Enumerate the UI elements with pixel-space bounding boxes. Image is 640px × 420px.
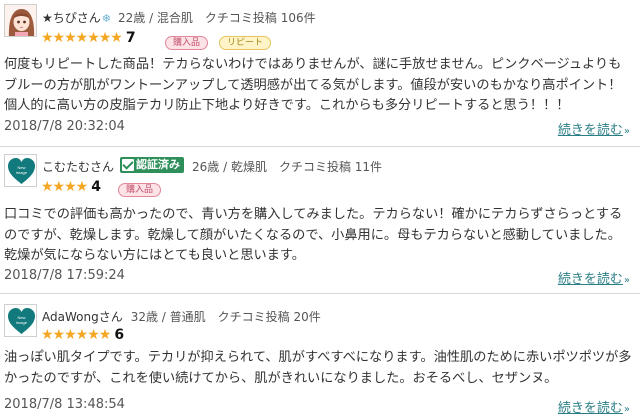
brand-logo-avatar-icon: New image bbox=[5, 155, 36, 186]
read-more-label: 続きを読む bbox=[557, 123, 623, 138]
review-date: 2018/7/8 13:48:54 bbox=[4, 397, 125, 412]
user-info: こむたむさん bbox=[42, 158, 114, 175]
user-meta-wrap: 26歳 / 乾燥肌 クチコミ投稿 11件 bbox=[192, 158, 382, 175]
review-item: New image AdaWongさん 32歳 / 普通肌 クチコミ投稿 20件 … bbox=[0, 300, 640, 420]
rating-stars: ★★★★★★★ 7 bbox=[41, 30, 136, 46]
review-item: New image こむたむさん 認証済み 26歳 / 乾燥肌 クチコミ投稿 1… bbox=[0, 150, 640, 290]
read-more-link[interactable]: 続きを読む» bbox=[558, 268, 630, 287]
divider bbox=[0, 146, 640, 147]
read-more-label: 続きを読む bbox=[557, 272, 623, 287]
user-meta: 26歳 / 乾燥肌 クチコミ投稿 11件 bbox=[192, 160, 383, 174]
double-chevron-icon: » bbox=[623, 404, 630, 415]
repeat-badge: リピート bbox=[219, 36, 272, 50]
svg-text:image: image bbox=[16, 170, 28, 175]
user-name[interactable]: AdaWongさん bbox=[42, 310, 123, 324]
user-name[interactable]: こむたむさん bbox=[42, 160, 114, 174]
rating-stars: ★★★★★★ 6 bbox=[41, 327, 124, 343]
review-text: 口コミでの評価も高かったので、青い方を購入してみました。テカらない！確かにテカら… bbox=[4, 207, 623, 263]
star-icon: ★★★★ bbox=[41, 179, 88, 195]
snowflake-icon: ❄ bbox=[101, 12, 111, 25]
divider bbox=[0, 293, 640, 294]
rating-score: 6 bbox=[114, 327, 125, 343]
rating-score: 4 bbox=[91, 179, 101, 195]
review-date: 2018/7/8 20:32:04 bbox=[4, 119, 125, 134]
user-avatar[interactable]: New image bbox=[4, 154, 37, 187]
user-meta: 22歳 / 混合肌 クチコミ投稿 106件 bbox=[117, 11, 316, 25]
review-date: 2018/7/8 17:59:24 bbox=[4, 268, 125, 283]
star-icon: ★★★★★★ bbox=[41, 327, 111, 343]
verified-badge: 認証済み bbox=[120, 157, 184, 173]
anime-girl-avatar-icon bbox=[5, 5, 36, 36]
double-chevron-icon: » bbox=[623, 275, 630, 286]
user-info: ★ちぴさん❄ 22歳 / 混合肌 クチコミ投稿 106件 bbox=[42, 9, 316, 26]
purchase-badge: 購入品 bbox=[165, 36, 209, 50]
read-more-link[interactable]: 続きを読む» bbox=[558, 397, 630, 416]
rating-score: 7 bbox=[125, 30, 136, 46]
brand-logo-avatar-icon: New image bbox=[5, 305, 36, 336]
purchase-badge: 購入品 bbox=[118, 183, 162, 197]
review-text: 油っぽい肌タイプです。テカリが抑えられて、肌がすべすべになります。油性肌のために… bbox=[4, 350, 632, 386]
review-item: ★ちぴさん❄ 22歳 / 混合肌 クチコミ投稿 106件 ★★★★★★★ 7 購入… bbox=[0, 0, 640, 148]
user-avatar[interactable] bbox=[4, 4, 37, 37]
check-icon bbox=[122, 159, 134, 171]
user-name[interactable]: ★ちぴさん bbox=[42, 11, 101, 25]
user-info: AdaWongさん 32歳 / 普通肌 クチコミ投稿 20件 bbox=[42, 308, 321, 325]
svg-text:image: image bbox=[16, 320, 28, 325]
double-chevron-icon: » bbox=[623, 126, 630, 137]
star-icon: ★★★★★★★ bbox=[41, 30, 123, 46]
review-text: 何度もリピートした商品！テカらないわけではありませんが、謎に手放せません。ピンク… bbox=[4, 57, 622, 113]
read-more-label: 続きを読む bbox=[557, 401, 623, 416]
user-meta: 32歳 / 普通肌 クチコミ投稿 20件 bbox=[130, 310, 321, 324]
verified-label: 認証済み bbox=[136, 158, 180, 171]
read-more-link[interactable]: 続きを読む» bbox=[558, 119, 630, 138]
user-avatar[interactable]: New image bbox=[4, 304, 37, 337]
rating-stars: ★★★★ 4 bbox=[41, 179, 101, 195]
